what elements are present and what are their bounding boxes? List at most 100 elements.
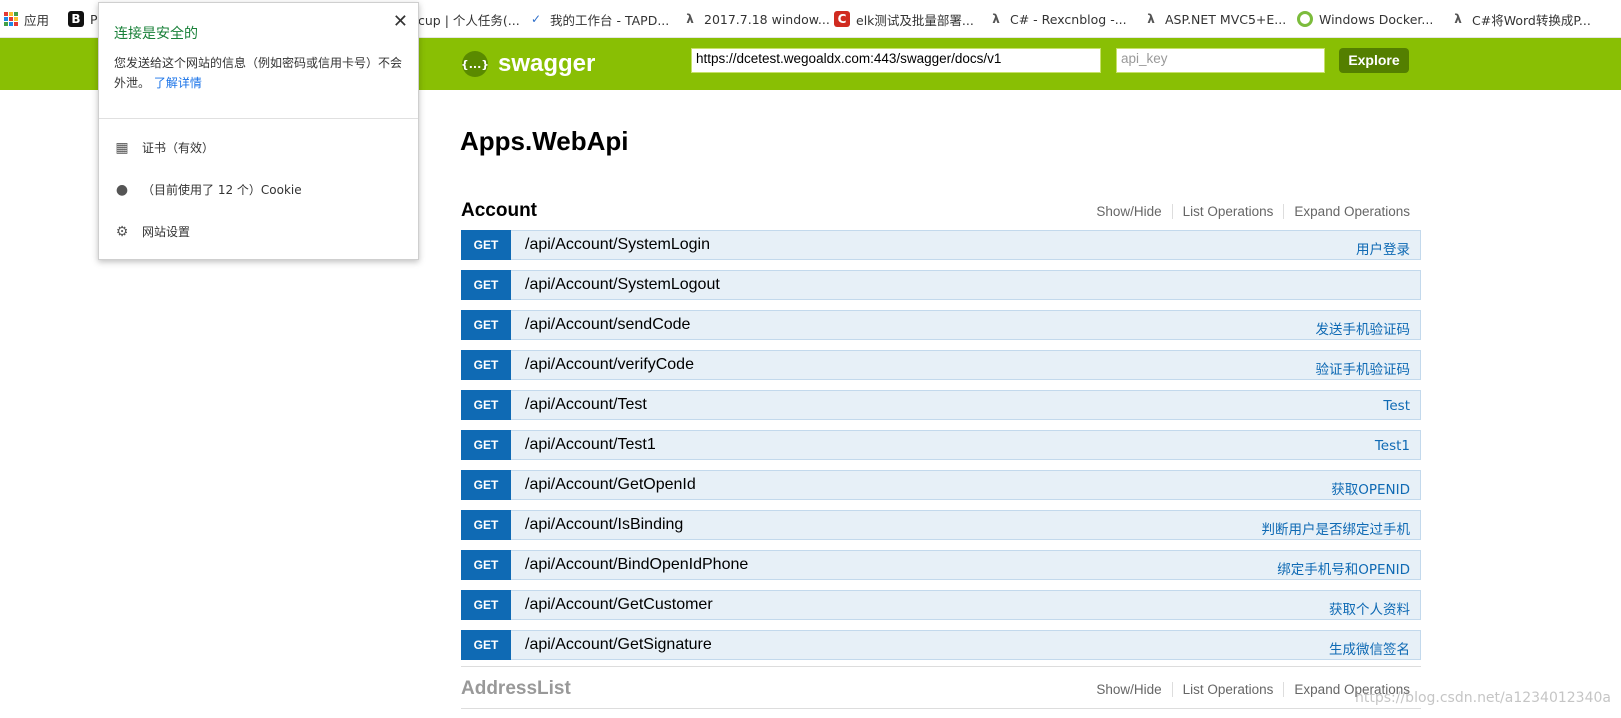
http-method-badge[interactable]: GET (461, 509, 511, 540)
lambda-icon: λ (686, 12, 694, 26)
resource-addresslist: AddressList Show/Hide List Operations Ex… (461, 674, 1421, 704)
operation-summary[interactable]: 获取个人资料 (1329, 598, 1410, 618)
operation-path[interactable]: /api/Account/SystemLogout (525, 276, 720, 294)
operation-path[interactable]: /api/Account/SystemLogin (525, 236, 710, 254)
operation-row[interactable]: GET/api/Account/BindOpenIdPhone 绑定手机号和OPE… (461, 549, 1421, 580)
list-operations-link[interactable]: List Operations (1173, 682, 1285, 697)
operation-path[interactable]: /api/Account/Test (525, 396, 647, 414)
bookmark-label: ASP.NET MVC5+E... (1165, 11, 1287, 27)
popup-divider (99, 118, 418, 119)
bookmark-item[interactable]: λ C# - Rexcnblog -... (988, 0, 1127, 38)
bookmark-label: Windows Docker... (1319, 11, 1434, 27)
operation-path[interactable]: /api/Account/Test1 (525, 436, 656, 454)
lambda-icon: λ (1147, 12, 1155, 26)
api-key-input[interactable]: api_key (1116, 48, 1325, 73)
site-settings-label: 网站设置 (142, 225, 191, 239)
operation-row[interactable]: GET/api/Account/Test1 Test1 (461, 429, 1421, 460)
operation-path[interactable]: /api/Account/GetOpenId (525, 476, 696, 494)
operation-summary[interactable]: 获取OPENID (1331, 478, 1410, 498)
cookie-row[interactable]: ● （目前使用了 12 个）Cookie (114, 181, 302, 198)
bookmark-item[interactable]: ✓ 我的工作台 - TAPD... (528, 0, 669, 38)
bookmark-item[interactable]: λ 2017.7.18 window... (682, 0, 830, 38)
explore-button[interactable]: Explore (1339, 48, 1409, 73)
circle-icon (1297, 11, 1313, 27)
resource-divider (461, 708, 1421, 709)
http-method-badge[interactable]: GET (461, 349, 511, 380)
resource-header: Account Show/Hide List Operations Expand… (461, 196, 1421, 226)
bookmark-label: cup | 个人任务(... (418, 12, 520, 28)
http-method-badge[interactable]: GET (461, 629, 511, 660)
show-hide-link[interactable]: Show/Hide (1086, 682, 1173, 697)
learn-more-link[interactable]: 了解详情 (154, 76, 202, 90)
http-method-badge[interactable]: GET (461, 549, 511, 580)
csdn-c-icon: C (834, 11, 850, 27)
http-method-badge[interactable]: GET (461, 309, 511, 340)
http-method-badge[interactable]: GET (461, 429, 511, 460)
http-method-badge[interactable]: GET (461, 469, 511, 500)
popup-title: 连接是安全的 (114, 26, 198, 42)
certificate-row[interactable]: ▦ 证书（有效） (114, 139, 214, 156)
operation-row[interactable]: GET/api/Account/sendCode 发送手机验证码 (461, 309, 1421, 340)
bookmark-item[interactable]: cup | 个人任务(... (418, 0, 520, 38)
bookmark-label: 2017.7.18 window... (704, 11, 830, 27)
resource-account: Account Show/Hide List Operations Expand… (461, 196, 1421, 670)
operation-summary[interactable]: 绑定手机号和OPENID (1277, 558, 1410, 578)
cookie-icon: ● (115, 181, 129, 198)
cookie-label: （目前使用了 12 个）Cookie (142, 183, 302, 197)
bookmark-apps[interactable]: 应用 (4, 0, 49, 38)
certificate-label: 证书（有效） (142, 141, 215, 155)
operation-path[interactable]: /api/Account/sendCode (525, 316, 690, 334)
operation-path[interactable]: /api/Account/GetCustomer (525, 596, 713, 614)
operation-row[interactable]: GET/api/Account/Test Test (461, 389, 1421, 420)
resource-name[interactable]: Account (461, 200, 537, 222)
operation-path[interactable]: /api/Account/verifyCode (525, 356, 694, 374)
lambda-icon: λ (992, 12, 1000, 26)
certificate-icon: ▦ (115, 139, 129, 156)
swagger-logo[interactable]: {...} swagger (461, 50, 596, 78)
operation-row[interactable]: GET/api/Account/GetSignature 生成微信签名 (461, 629, 1421, 660)
operation-summary[interactable]: 生成微信签名 (1329, 638, 1410, 658)
swagger-logo-text: swagger (498, 50, 596, 77)
operation-path[interactable]: /api/Account/GetSignature (525, 636, 712, 654)
operation-summary[interactable]: Test (1383, 398, 1410, 414)
list-operations-link[interactable]: List Operations (1173, 204, 1285, 219)
page-title: Apps.WebApi (460, 126, 629, 156)
bookmark-item[interactable]: Windows Docker... (1297, 0, 1433, 38)
bookmark-label: 应用 (24, 12, 50, 28)
tapd-icon: ✓ (530, 12, 542, 26)
operation-row[interactable]: GET/api/Account/IsBinding 判断用户是否绑定过手机 (461, 509, 1421, 540)
operation-summary[interactable]: Test1 (1375, 438, 1410, 454)
bookmark-item[interactable]: C elk测试及批量部署... (834, 0, 974, 38)
swagger-logo-icon: {...} (461, 51, 489, 77)
resource-name[interactable]: AddressList (461, 678, 571, 700)
http-method-badge[interactable]: GET (461, 589, 511, 620)
operation-row[interactable]: GET/api/Account/verifyCode 验证手机验证码 (461, 349, 1421, 380)
http-method-badge[interactable]: GET (461, 229, 511, 260)
operation-row[interactable]: GET/api/Account/SystemLogin 用户登录 (461, 229, 1421, 260)
expand-operations-link[interactable]: Expand Operations (1284, 204, 1410, 219)
b-icon: B (68, 11, 84, 27)
site-settings-row[interactable]: ⚙ 网站设置 (114, 223, 190, 240)
operation-path[interactable]: /api/Account/BindOpenIdPhone (525, 556, 748, 574)
bookmark-label: C# - Rexcnblog -... (1010, 11, 1127, 27)
show-hide-link[interactable]: Show/Hide (1086, 204, 1173, 219)
lambda-icon: λ (1454, 12, 1462, 26)
resource-header: AddressList Show/Hide List Operations Ex… (461, 674, 1421, 704)
http-method-badge[interactable]: GET (461, 389, 511, 420)
operation-summary[interactable]: 发送手机验证码 (1316, 318, 1411, 338)
operation-summary[interactable]: 判断用户是否绑定过手机 (1262, 518, 1411, 538)
operation-row[interactable]: GET/api/Account/GetCustomer 获取个人资料 (461, 589, 1421, 620)
operation-path[interactable]: /api/Account/IsBinding (525, 516, 683, 534)
operation-summary[interactable]: 用户登录 (1356, 238, 1410, 258)
http-method-badge[interactable]: GET (461, 269, 511, 300)
bookmark-item[interactable]: B P (68, 0, 98, 38)
popup-description: 您发送给这个网站的信息（例如密码或信用卡号）不会外泄。 了解详情 (114, 53, 409, 93)
operation-row[interactable]: GET/api/Account/SystemLogout (461, 269, 1421, 300)
operation-row[interactable]: GET/api/Account/GetOpenId 获取OPENID (461, 469, 1421, 500)
bookmark-item[interactable]: λ ASP.NET MVC5+E... (1143, 0, 1286, 38)
close-icon[interactable]: ✕ (393, 11, 408, 32)
bookmark-label: elk测试及批量部署... (856, 12, 974, 28)
operation-summary[interactable]: 验证手机验证码 (1316, 358, 1411, 378)
bookmark-item[interactable]: λ C#将Word转换成P... (1450, 0, 1591, 38)
api-url-input[interactable]: https://dcetest.wegoaldx.com:443/swagger… (691, 48, 1101, 73)
